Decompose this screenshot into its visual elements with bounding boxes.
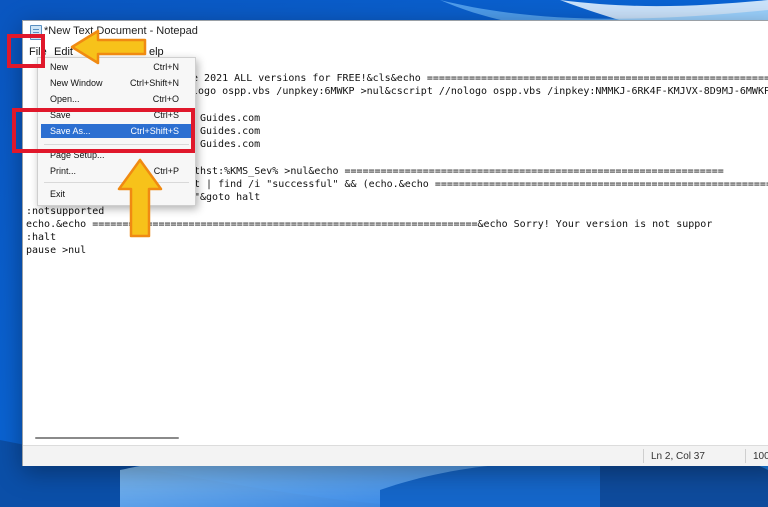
up-arrow-icon (117, 158, 163, 238)
left-arrow-icon (70, 29, 147, 65)
annotation-arrows (70, 29, 163, 238)
